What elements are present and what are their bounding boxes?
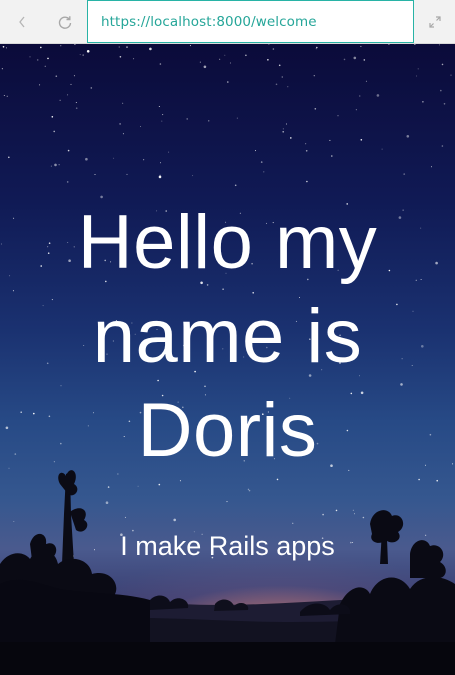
chevron-left-icon xyxy=(17,15,27,29)
expand-button[interactable] xyxy=(414,0,455,43)
expand-icon xyxy=(428,15,442,29)
reload-button[interactable] xyxy=(43,0,87,43)
url-bar[interactable]: https://localhost:8000/welcome xyxy=(87,0,414,43)
hero-title-line-1: Hello my xyxy=(77,200,378,285)
browser-toolbar: https://localhost:8000/welcome xyxy=(0,0,455,44)
back-button[interactable] xyxy=(0,0,44,43)
hero-title: Hello my name is Doris xyxy=(0,196,455,478)
url-text: https://localhost:8000/welcome xyxy=(101,13,317,30)
hero-subtitle: I make Rails apps xyxy=(120,531,335,561)
reload-icon xyxy=(57,14,73,30)
hero-title-line-2: name is xyxy=(92,294,363,379)
hero-title-line-3: Doris xyxy=(137,388,318,473)
hero-section: Hello my name is Doris I make Rails apps xyxy=(0,44,455,675)
